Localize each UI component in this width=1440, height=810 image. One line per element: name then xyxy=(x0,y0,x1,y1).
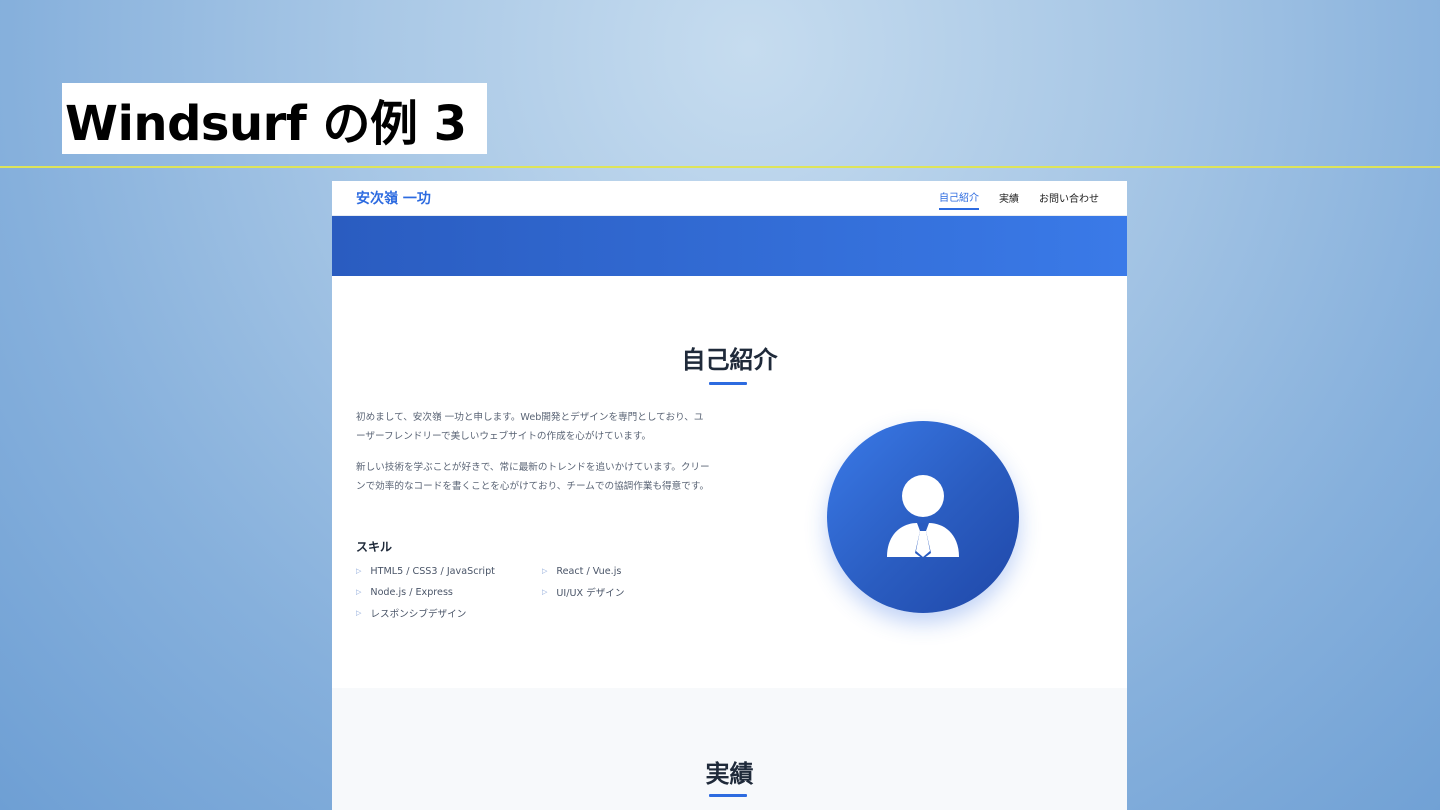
skill-label: HTML5 / CSS3 / JavaScript xyxy=(370,565,495,577)
nav-links: 自己紹介 実績 お問い合わせ xyxy=(919,186,1099,210)
works-title: 実績 xyxy=(705,760,754,788)
skill-label: React / Vue.js xyxy=(556,565,622,577)
website-screenshot: 安次嶺 一功 自己紹介 実績 お問い合わせ 自己紹介 初めまして、安次嶺 一功と… xyxy=(332,181,1127,810)
slide-title: Windsurf の例 3 xyxy=(62,83,487,154)
about-description: 初めまして、安次嶺 一功と申します。Web開発とデザインを専門としており、ユーザ… xyxy=(356,408,711,508)
works-title-underline xyxy=(709,794,747,797)
nav-link-contact[interactable]: お問い合わせ xyxy=(1039,187,1099,209)
skill-item: ▷ レスポンシブデザイン xyxy=(356,605,542,621)
skills-title: スキル xyxy=(356,540,393,554)
user-businessman-icon xyxy=(887,475,959,559)
skill-item: ▷ HTML5 / CSS3 / JavaScript xyxy=(356,563,542,579)
about-title-underline xyxy=(709,382,747,385)
skill-label: UI/UX デザイン xyxy=(556,588,625,599)
skill-item: ▷ React / Vue.js xyxy=(542,563,728,579)
site-navbar: 安次嶺 一功 自己紹介 実績 お問い合わせ xyxy=(332,181,1127,216)
triangle-right-icon: ▷ xyxy=(356,588,362,596)
triangle-right-icon: ▷ xyxy=(356,567,362,575)
about-paragraph-1: 初めまして、安次嶺 一功と申します。Web開発とデザインを専門としており、ユーザ… xyxy=(356,412,704,442)
about-title: 自己紹介 xyxy=(681,346,778,374)
hero-banner xyxy=(332,216,1127,276)
profile-avatar xyxy=(827,421,1019,613)
site-logo[interactable]: 安次嶺 一功 xyxy=(356,188,431,208)
slide-divider xyxy=(0,166,1440,168)
nav-link-works[interactable]: 実績 xyxy=(999,187,1019,209)
works-section: 実績 xyxy=(332,688,1127,810)
about-paragraph-2: 新しい技術を学ぶことが好きで、常に最新のトレンドを追いかけています。クリーンで効… xyxy=(356,462,710,492)
about-section: 自己紹介 初めまして、安次嶺 一功と申します。Web開発とデザインを専門としてお… xyxy=(332,276,1127,688)
skills-list: ▷ HTML5 / CSS3 / JavaScript ▷ React / Vue.… xyxy=(356,563,736,621)
skill-label: Node.js / Express xyxy=(370,586,453,598)
nav-link-about[interactable]: 自己紹介 xyxy=(939,186,979,210)
triangle-right-icon: ▷ xyxy=(356,609,362,617)
skill-label: レスポンシブデザイン xyxy=(370,609,467,620)
skill-item: ▷ Node.js / Express xyxy=(356,584,542,600)
triangle-right-icon: ▷ xyxy=(542,567,548,575)
triangle-right-icon: ▷ xyxy=(542,588,548,596)
skill-item: ▷ UI/UX デザイン xyxy=(542,584,728,600)
